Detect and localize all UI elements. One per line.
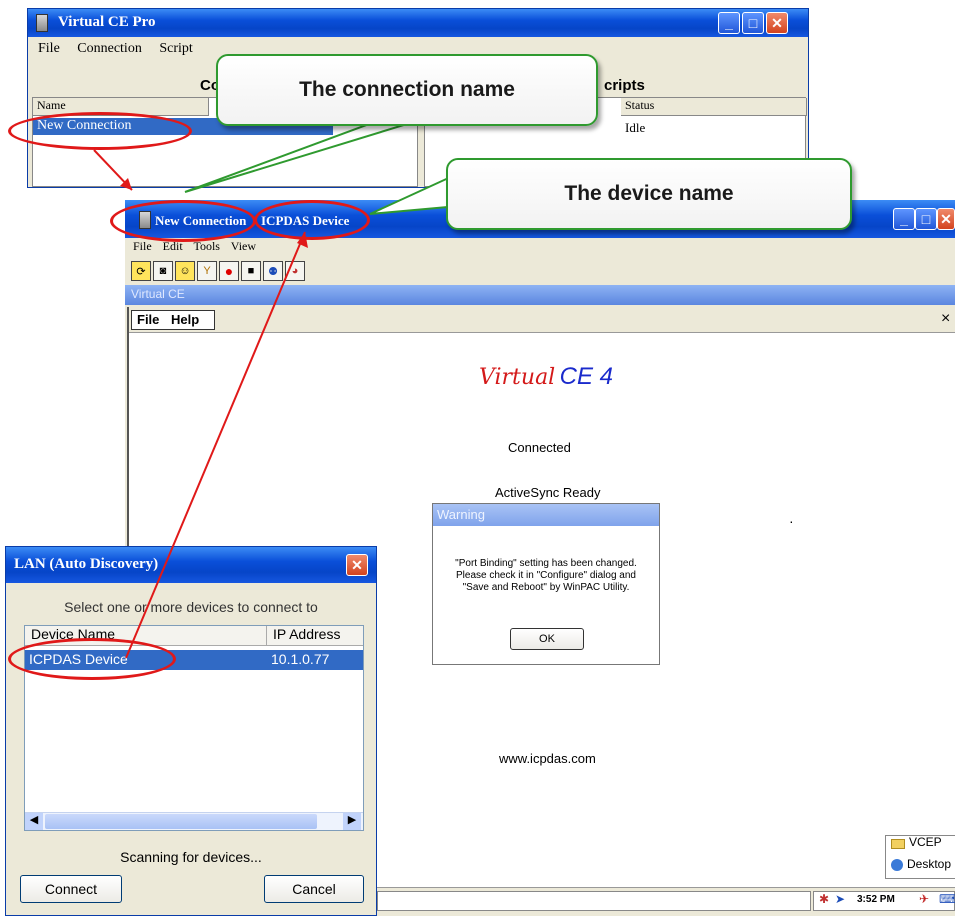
script-status: Idle [625,120,646,135]
inner-menu-help[interactable]: Help [171,312,199,327]
warning-message: "Port Binding" setting has been changed.… [455,558,637,593]
record-icon[interactable]: ● [219,261,239,281]
clock[interactable]: 3:52 PM [857,894,895,905]
scan-status: Scanning for devices... [120,849,262,865]
scripts-panel-header: cripts [604,77,645,94]
inner-close-icon[interactable]: × [941,310,950,328]
keyboard-icon[interactable]: ⌨ [939,892,955,906]
device-toolbar: ⟳ ◙ ☺ Y ● ■ ⚉ ◕ [131,261,307,281]
lan-close-button[interactable]: ✕ [346,554,368,576]
device-menu-file[interactable]: File [133,239,152,253]
lan-discovery-dialog: LAN (Auto Discovery) ✕ Select one or mor… [5,546,377,916]
scroll-left-button[interactable]: ◀ [25,813,43,830]
cancel-button[interactable]: Cancel [264,875,364,903]
device-maximize-button[interactable]: □ [915,208,937,230]
logo-text-virtual: Virtual [479,365,556,390]
column-header-status[interactable]: Status [621,98,807,116]
lan-instruction: Select one or more devices to connect to [64,599,318,615]
device-menu-view[interactable]: View [231,239,256,253]
connected-status: Connected [508,440,571,455]
maximize-button[interactable]: □ [742,12,764,34]
connection-name-callout-text: The connection name [299,78,515,101]
camera-icon[interactable]: ◙ [153,261,173,281]
lan-dialog-title: LAN (Auto Discovery) [14,556,159,572]
title-connection-highlight [110,200,256,242]
network-icon[interactable]: ✈ [919,892,929,906]
wrench-icon[interactable]: Y [197,261,217,281]
refresh-icon[interactable]: ⟳ [131,261,151,281]
chart-icon[interactable]: ◕ [285,261,305,281]
device-list-header-ip[interactable]: IP Address [267,626,363,646]
horizontal-scrollbar[interactable]: ◀ ▶ [25,812,363,830]
person-icon[interactable]: ⚉ [263,261,283,281]
desktop-shortcut-label[interactable]: Desktop [907,857,951,871]
connect-button[interactable]: Connect [20,875,122,903]
inner-menu-file[interactable]: File [137,312,159,327]
main-window-title: Virtual CE Pro [58,14,156,30]
device-name-callout-text: The device name [564,182,734,205]
device-minimize-button[interactable]: _ [893,208,915,230]
device-close-button[interactable]: ✕ [937,208,955,230]
folder-icon[interactable] [891,839,905,849]
warning-ok-button[interactable]: OK [510,628,584,650]
device-dot: · [789,513,794,529]
scroll-right-button[interactable]: ▶ [343,813,361,830]
activesync-status: ActiveSync Ready [495,485,601,500]
lan-device-highlight [8,638,176,680]
main-menu-bar: File Connection Script [38,41,207,57]
title-device-highlight [254,200,370,240]
tray-arrow-icon: ➤ [835,892,846,906]
virtual-ce-banner: Virtual CE [125,285,955,305]
menu-file[interactable]: File [38,41,60,56]
menu-script[interactable]: Script [159,41,192,56]
device-name-callout: The device name [446,158,852,230]
desktop-icon[interactable] [891,859,903,871]
warning-dialog: Warning "Port Binding" setting has been … [432,503,660,665]
warning-title: Warning [437,507,485,522]
device-row-ip: 10.1.0.77 [271,651,330,667]
minimize-button[interactable]: _ [718,12,740,34]
menu-connection[interactable]: Connection [77,41,142,56]
website-url: www.icpdas.com [499,751,596,766]
close-button[interactable]: ✕ [766,12,788,34]
virtual-ce-logo: Virtual CE 4 [479,363,613,391]
tray-icons: ✱ [819,892,830,906]
smiley-icon[interactable]: ☺ [175,261,195,281]
main-title-bar[interactable]: Virtual CE Pro _ □ ✕ [28,9,808,37]
lan-title-bar[interactable]: LAN (Auto Discovery) ✕ [6,547,376,583]
app-icon [36,14,48,32]
taskbar-input[interactable] [377,891,811,911]
connection-name-callout: The connection name [216,54,598,126]
inner-menu-bar [129,307,955,333]
logo-text-ce4: CE 4 [559,363,614,390]
stop-icon[interactable]: ■ [241,261,261,281]
connection-name-highlight [8,112,192,150]
virtual-ce-banner-title: Virtual CE [131,287,185,301]
scroll-thumb[interactable] [45,814,317,829]
vcep-shortcut-label[interactable]: VCEP [909,835,942,849]
warning-title-bar: Warning [433,504,659,526]
